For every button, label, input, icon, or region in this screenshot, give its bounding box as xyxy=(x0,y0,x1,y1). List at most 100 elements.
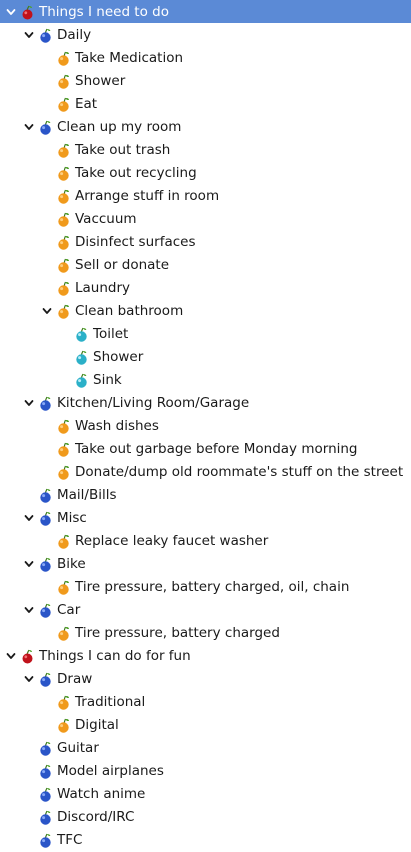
tree-row[interactable]: Things I need to do xyxy=(0,0,411,23)
orange-icon xyxy=(56,464,72,480)
tree-item-label: Donate/dump old roommate's stuff on the … xyxy=(75,463,404,480)
tree-row[interactable]: TFC xyxy=(0,828,411,851)
tree-row[interactable]: Model airplanes xyxy=(0,759,411,782)
tree-item-label: Take out trash xyxy=(75,141,171,158)
tree-item-label: Shower xyxy=(75,72,126,89)
tree-item-label: Shower xyxy=(93,348,144,365)
tree-row[interactable]: Bike xyxy=(0,552,411,575)
tree-item-label: Tire pressure, battery charged xyxy=(75,624,280,641)
tree-item-label: TFC xyxy=(57,831,83,848)
blueberry-icon xyxy=(38,809,54,825)
blueberry-icon xyxy=(38,602,54,618)
tree-item-label: Draw xyxy=(57,670,93,687)
tree-row[interactable]: Things I can do for fun xyxy=(0,644,411,667)
orange-icon xyxy=(56,50,72,66)
chevron-down-icon[interactable] xyxy=(22,667,36,690)
tree-row[interactable]: Watch anime xyxy=(0,782,411,805)
tree-row[interactable]: Laundry xyxy=(0,276,411,299)
chevron-down-icon[interactable] xyxy=(22,391,36,414)
tree-item-label: Mail/Bills xyxy=(57,486,117,503)
orange-icon xyxy=(56,625,72,641)
orange-icon xyxy=(56,96,72,112)
tree-row[interactable]: Mail/Bills xyxy=(0,483,411,506)
tree-item-label: Kitchen/Living Room/Garage xyxy=(57,394,250,411)
blueberry-icon xyxy=(38,740,54,756)
blueberry-icon xyxy=(38,395,54,411)
teal-icon xyxy=(74,349,90,365)
blueberry-icon xyxy=(38,671,54,687)
tree-row[interactable]: Shower xyxy=(0,69,411,92)
teal-icon xyxy=(74,326,90,342)
tree-row[interactable]: Eat xyxy=(0,92,411,115)
cherry-icon xyxy=(20,4,36,20)
tree-row[interactable]: Replace leaky faucet washer xyxy=(0,529,411,552)
blueberry-icon xyxy=(38,510,54,526)
cherry-icon xyxy=(20,648,36,664)
tree-item-label: Tire pressure, battery charged, oil, cha… xyxy=(75,578,350,595)
tree-item-label: Eat xyxy=(75,95,98,112)
tree-row[interactable]: Toilet xyxy=(0,322,411,345)
tree-row[interactable]: Clean up my room xyxy=(0,115,411,138)
tree-item-label: Take out recycling xyxy=(75,164,197,181)
orange-icon xyxy=(56,73,72,89)
chevron-down-icon[interactable] xyxy=(22,552,36,575)
tree-row[interactable]: Kitchen/Living Room/Garage xyxy=(0,391,411,414)
tree-row[interactable]: Take Medication xyxy=(0,46,411,69)
tree-item-label: Sell or donate xyxy=(75,256,170,273)
tree-item-label: Things I need to do xyxy=(39,3,169,20)
tree-row[interactable]: Digital xyxy=(0,713,411,736)
blueberry-icon xyxy=(38,832,54,848)
tree-row[interactable]: Vaccuum xyxy=(0,207,411,230)
tree-row[interactable]: Take out recycling xyxy=(0,161,411,184)
todo-tree[interactable]: Things I need to do Daily Take Medicatio… xyxy=(0,0,411,851)
chevron-down-icon[interactable] xyxy=(22,506,36,529)
tree-row[interactable]: Take out garbage before Monday morning xyxy=(0,437,411,460)
tree-row[interactable]: Guitar xyxy=(0,736,411,759)
tree-row[interactable]: Tire pressure, battery charged xyxy=(0,621,411,644)
chevron-down-icon[interactable] xyxy=(40,299,54,322)
tree-item-label: Traditional xyxy=(75,693,146,710)
tree-row[interactable]: Sell or donate xyxy=(0,253,411,276)
chevron-down-icon[interactable] xyxy=(4,644,18,667)
tree-row[interactable]: Shower xyxy=(0,345,411,368)
orange-icon xyxy=(56,694,72,710)
tree-row[interactable]: Arrange stuff in room xyxy=(0,184,411,207)
chevron-down-icon[interactable] xyxy=(22,115,36,138)
blueberry-icon xyxy=(38,27,54,43)
orange-icon xyxy=(56,142,72,158)
chevron-down-icon[interactable] xyxy=(22,23,36,46)
orange-icon xyxy=(56,303,72,319)
tree-row[interactable]: Daily xyxy=(0,23,411,46)
chevron-down-icon[interactable] xyxy=(4,0,18,23)
tree-row[interactable]: Disinfect surfaces xyxy=(0,230,411,253)
tree-row[interactable]: Draw xyxy=(0,667,411,690)
tree-row[interactable]: Sink xyxy=(0,368,411,391)
blueberry-icon xyxy=(38,119,54,135)
tree-row[interactable]: Traditional xyxy=(0,690,411,713)
tree-row[interactable]: Misc xyxy=(0,506,411,529)
tree-item-label: Misc xyxy=(57,509,87,526)
tree-row[interactable]: Take out trash xyxy=(0,138,411,161)
tree-item-label: Car xyxy=(57,601,81,618)
chevron-down-icon[interactable] xyxy=(22,598,36,621)
tree-row[interactable]: Wash dishes xyxy=(0,414,411,437)
tree-row[interactable]: Discord/IRC xyxy=(0,805,411,828)
tree-item-label: Clean bathroom xyxy=(75,302,184,319)
tree-row[interactable]: Tire pressure, battery charged, oil, cha… xyxy=(0,575,411,598)
orange-icon xyxy=(56,257,72,273)
tree-item-label: Sink xyxy=(93,371,122,388)
tree-item-label: Disinfect surfaces xyxy=(75,233,196,250)
tree-item-label: Watch anime xyxy=(57,785,146,802)
tree-row[interactable]: Clean bathroom xyxy=(0,299,411,322)
tree-row[interactable]: Donate/dump old roommate's stuff on the … xyxy=(0,460,411,483)
tree-item-label: Daily xyxy=(57,26,92,43)
blueberry-icon xyxy=(38,763,54,779)
tree-row[interactable]: Car xyxy=(0,598,411,621)
teal-icon xyxy=(74,372,90,388)
blueberry-icon xyxy=(38,556,54,572)
blueberry-icon xyxy=(38,487,54,503)
orange-icon xyxy=(56,533,72,549)
tree-item-label: Replace leaky faucet washer xyxy=(75,532,269,549)
blueberry-icon xyxy=(38,786,54,802)
tree-item-label: Things I can do for fun xyxy=(39,647,191,664)
